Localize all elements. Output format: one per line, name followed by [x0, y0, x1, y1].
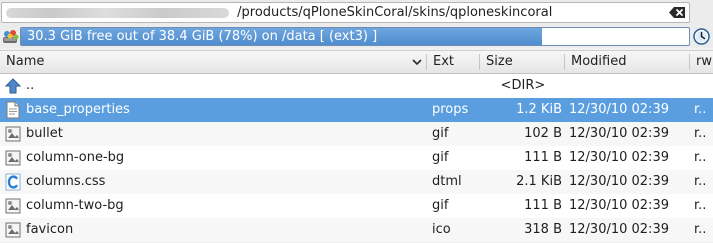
- clear-path-icon[interactable]: [668, 6, 686, 19]
- file-size: 111 B: [524, 150, 562, 165]
- file-modified: [569, 74, 687, 98]
- file-modified: 12/30/10 02:39: [569, 150, 669, 165]
- file-rwx: r..: [694, 174, 707, 189]
- file-size: 1.2 KiB: [516, 102, 562, 117]
- column-ext-label: Ext: [433, 54, 455, 69]
- file-rwx: r..: [694, 222, 707, 237]
- redacted-path-prefix: [6, 7, 229, 18]
- file-name: bullet: [26, 126, 63, 141]
- file-size: <DIR>: [500, 78, 546, 93]
- file-rwx: [694, 74, 713, 98]
- image-file-icon: [5, 222, 21, 238]
- column-header: Name Ext Size Modified rw: [0, 50, 713, 74]
- file-ext: ico: [432, 222, 451, 237]
- file-modified: 12/30/10 02:39: [569, 126, 669, 141]
- file-ext: [432, 74, 480, 98]
- sort-descending-icon[interactable]: [412, 57, 422, 67]
- path-text: /products/qPloneSkinCoral/skins/qplonesk…: [237, 5, 553, 20]
- file-modified: 12/30/10 02:39: [569, 174, 669, 189]
- file-name: columns.css: [26, 174, 106, 189]
- file-row-parent[interactable]: .. <DIR>: [0, 74, 713, 98]
- column-rwx-label: rw: [696, 54, 712, 69]
- file-row[interactable]: favicon ico 318 B 12/30/10 02:39 r..: [0, 218, 713, 242]
- file-ext: gif: [432, 198, 449, 213]
- file-name: column-one-bg: [26, 150, 125, 165]
- image-file-icon: [5, 150, 21, 166]
- file-name: ..: [26, 78, 35, 93]
- drive-icon: [3, 30, 19, 43]
- file-manager-window: /products/qPloneSkinCoral/skins/qplonesk…: [0, 0, 713, 243]
- disk-usage-progress: 30.3 GiB free out of 38.4 GiB (78%) on /…: [20, 27, 690, 46]
- file-size: 2.1 KiB: [516, 174, 562, 189]
- file-row[interactable]: columns.css dtml 2.1 KiB 12/30/10 02:39 …: [0, 170, 713, 194]
- file-row[interactable]: column-two-bg gif 111 B 12/30/10 02:39 r…: [0, 194, 713, 218]
- path-bar: /products/qPloneSkinCoral/skins/qplonesk…: [0, 0, 713, 25]
- file-modified: 12/30/10 02:39: [569, 222, 669, 237]
- image-file-icon: [5, 198, 21, 214]
- file-modified: 12/30/10 02:39: [569, 198, 669, 213]
- path-input[interactable]: /products/qPloneSkinCoral/skins/qplonesk…: [1, 2, 690, 23]
- file-rwx: r..: [694, 126, 707, 141]
- file-rwx: r..: [694, 150, 707, 165]
- file-list: .. <DIR> base_properties props 1.2 KiB 1…: [0, 74, 713, 243]
- column-rwx-header[interactable]: rw: [690, 51, 713, 73]
- file-ext: gif: [432, 150, 449, 165]
- file-modified: 12/30/10 02:39: [569, 102, 669, 117]
- text-file-icon: [6, 101, 20, 119]
- file-name: base_properties: [26, 102, 130, 117]
- column-ext-header[interactable]: Ext: [427, 51, 479, 73]
- file-name: favicon: [26, 222, 74, 237]
- file-size: 102 B: [524, 126, 562, 141]
- free-space-bar: 30.3 GiB free out of 38.4 GiB (78%) on /…: [0, 25, 713, 48]
- file-row[interactable]: column-one-bg gif 111 B 12/30/10 02:39 r…: [0, 146, 713, 170]
- column-size-label: Size: [486, 54, 513, 69]
- file-size: 111 B: [524, 198, 562, 213]
- folder-up-icon: [4, 78, 22, 94]
- file-name: column-two-bg: [26, 198, 124, 213]
- column-modified-label: Modified: [571, 54, 627, 69]
- file-row-selected[interactable]: base_properties props 1.2 KiB 12/30/10 0…: [0, 98, 713, 122]
- file-rwx: r..: [694, 102, 707, 117]
- css-file-icon: [5, 173, 21, 191]
- file-row[interactable]: bullet gif 102 B 12/30/10 02:39 r..: [0, 122, 713, 146]
- file-ext: props: [432, 102, 469, 117]
- column-size-header[interactable]: Size: [480, 51, 564, 73]
- file-rwx: r..: [694, 198, 707, 213]
- column-name-label: Name: [6, 54, 45, 69]
- clock-icon[interactable]: [693, 28, 710, 45]
- column-name-header[interactable]: Name: [0, 51, 426, 73]
- file-ext: dtml: [432, 174, 462, 189]
- free-space-text: 30.3 GiB free out of 38.4 GiB (78%) on /…: [27, 29, 378, 44]
- file-ext: gif: [432, 126, 449, 141]
- image-file-icon: [5, 126, 21, 142]
- file-size: 318 B: [524, 222, 562, 237]
- column-modified-header[interactable]: Modified: [565, 51, 689, 73]
